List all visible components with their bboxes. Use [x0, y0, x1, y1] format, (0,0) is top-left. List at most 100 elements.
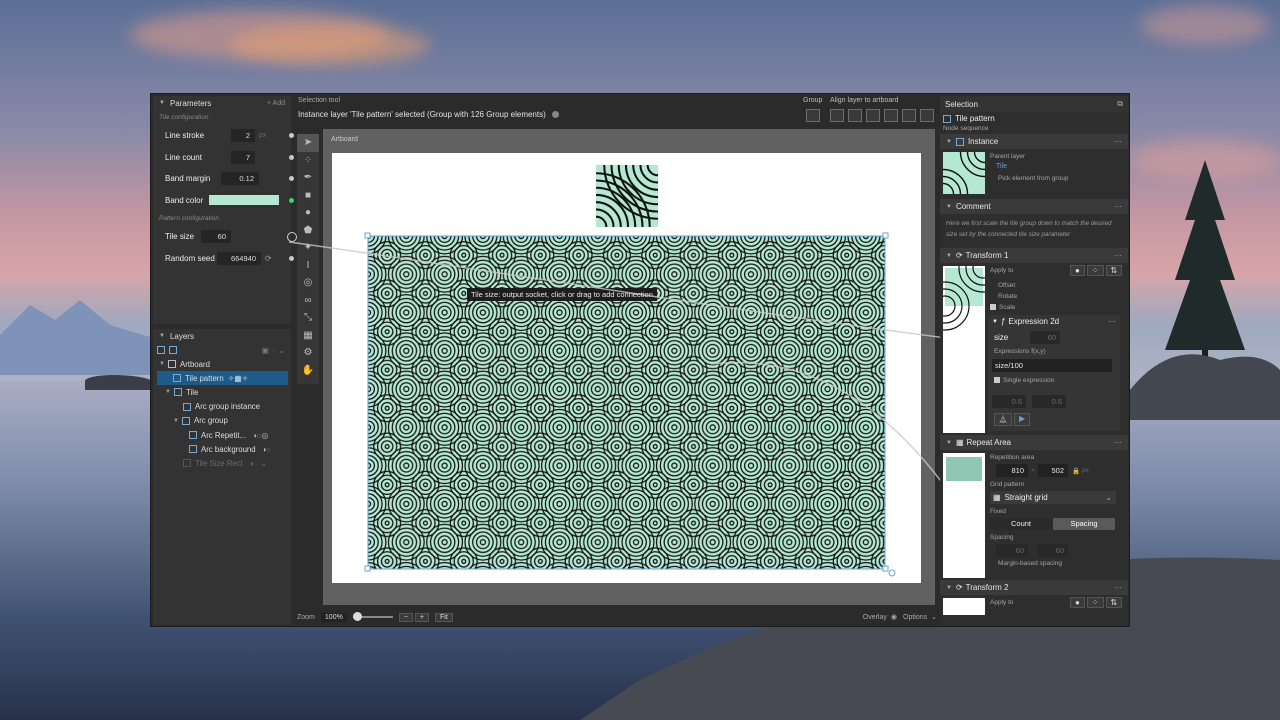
- grid-icon: ▦: [993, 493, 1001, 502]
- options-menu[interactable]: Options: [903, 614, 927, 621]
- output-y: 0.6: [1032, 395, 1066, 408]
- spacing-toggle[interactable]: Spacing: [1053, 518, 1115, 530]
- spacing-x-input[interactable]: 60: [996, 544, 1028, 557]
- zoom-in-button[interactable]: +: [414, 612, 429, 622]
- apply-to-buttons: ● ⁘ ⇅: [1068, 597, 1123, 608]
- app-window: ▼ Parameters + Add Tile configuration Li…: [150, 93, 1130, 627]
- output-x: 0.6: [992, 395, 1026, 408]
- collapse-icon[interactable]: ▼: [946, 585, 952, 591]
- times-label: ×: [1031, 467, 1035, 474]
- eye-icon[interactable]: ◉: [891, 613, 897, 621]
- instance-icon: [943, 114, 951, 123]
- comment-text[interactable]: Here we first scale the tile group down …: [940, 214, 1128, 246]
- transform2-thumbnail: [943, 598, 985, 615]
- more-icon[interactable]: ⋯: [1114, 251, 1122, 260]
- repeat-thumb-grid: [946, 457, 982, 481]
- grid-icon: ▦: [955, 438, 964, 447]
- repeat-body: Repetition area 810 × 502 🔒 px Grid patt…: [940, 450, 1128, 578]
- grid-pattern-label: Grid pattern: [990, 481, 1025, 488]
- selection-panel: Selection ⧉ Tile pattern Node sequence ▼…: [940, 96, 1128, 625]
- zoom-slider[interactable]: [352, 612, 393, 621]
- repetition-area-label: Repetition area: [990, 454, 1035, 461]
- apply-random-icon[interactable]: ⇅: [1105, 265, 1123, 276]
- collapse-icon[interactable]: ▼: [946, 440, 952, 446]
- size-input-label: size: [994, 333, 1009, 342]
- section-title: Comment: [955, 202, 991, 211]
- more-icon[interactable]: ⋯: [1114, 202, 1122, 211]
- repeat-thumbnail: [943, 453, 985, 578]
- instance-thumbnail: [943, 152, 985, 194]
- collapse-icon[interactable]: ▼: [946, 139, 952, 145]
- transform-icon: ⟳: [955, 251, 963, 260]
- grid-pattern-value: Straight grid: [1004, 493, 1048, 502]
- apply-random-icon[interactable]: ⇅: [1105, 597, 1123, 608]
- zoom-value-input[interactable]: 100%: [320, 612, 347, 622]
- margin-spacing-option[interactable]: Margin-based spacing: [998, 560, 1062, 567]
- play-icon[interactable]: ▶: [1014, 413, 1031, 426]
- overlay-toggle[interactable]: Overlay: [863, 614, 887, 621]
- parent-layer-link[interactable]: Tile: [996, 163, 1007, 170]
- function-icon: ƒ: [1000, 317, 1006, 326]
- repetition-width-input[interactable]: 810: [996, 464, 1028, 477]
- apply-all-icon[interactable]: ●: [1070, 597, 1085, 608]
- single-expression-label: Single expression: [1003, 377, 1055, 384]
- count-toggle[interactable]: Count: [990, 518, 1052, 530]
- node-sequence-label: Node sequence: [943, 125, 989, 132]
- unit-label: px: [1082, 467, 1089, 474]
- mountain-left: [0, 300, 160, 375]
- mirror-icon[interactable]: ⏅: [994, 413, 1012, 426]
- spacing-label: Spacing: [990, 534, 1014, 541]
- checkbox-icon[interactable]: [994, 377, 1000, 384]
- expression-title: Expression 2d: [1008, 317, 1060, 326]
- collapse-icon[interactable]: ▼: [946, 204, 952, 210]
- checkbox-icon[interactable]: [990, 304, 996, 311]
- transform2-body: Apply to ● ⁘ ⇅: [940, 595, 1128, 615]
- collapse-icon[interactable]: ▼: [946, 253, 952, 259]
- transform-thumbnail: [943, 266, 985, 433]
- more-icon[interactable]: ⋯: [1108, 317, 1116, 326]
- instance-icon: [955, 137, 964, 146]
- more-icon[interactable]: ⋯: [1114, 438, 1122, 447]
- selected-layer-row: Tile pattern: [940, 112, 1128, 125]
- section-title: Transform 2: [965, 583, 1009, 592]
- scale-label: Scale: [999, 304, 1016, 311]
- comment-section[interactable]: ▼ Comment ⋯: [940, 199, 1128, 214]
- offset-option[interactable]: Offset: [998, 282, 1015, 289]
- instance-body: Parent layer Tile Pick element from grou…: [940, 149, 1128, 197]
- popout-icon[interactable]: ⧉: [1117, 99, 1123, 109]
- expression-input[interactable]: size/100: [992, 359, 1112, 372]
- spacing-y-input[interactable]: 60: [1038, 544, 1068, 557]
- rock-left: [85, 375, 155, 390]
- zoom-slider-knob[interactable]: [352, 612, 362, 621]
- selected-layer-name: Tile pattern: [955, 114, 995, 123]
- cloud-orange: [230, 25, 430, 65]
- expression-header: ▼ ƒ Expression 2d ⋯: [988, 315, 1120, 328]
- repeat-area-section[interactable]: ▼ ▦ Repeat Area ⋯: [940, 435, 1128, 450]
- fit-button[interactable]: Fit: [435, 612, 453, 622]
- more-icon[interactable]: ⋯: [1114, 137, 1122, 146]
- apply-to-buttons: ● ⁘ ⇅: [1068, 265, 1123, 276]
- size-input[interactable]: 60: [1030, 331, 1060, 344]
- chevron-down-icon: ⌄: [1105, 493, 1112, 502]
- selection-title: Selection: [945, 99, 978, 109]
- apply-to-label: Apply to: [990, 599, 1014, 606]
- grid-pattern-select[interactable]: ▦ Straight grid ⌄: [990, 491, 1116, 504]
- single-expression-option[interactable]: Single expression: [994, 377, 1054, 384]
- tree-right: [1130, 160, 1280, 420]
- apply-grid-icon[interactable]: ⁘: [1086, 265, 1104, 276]
- scale-option[interactable]: Scale: [990, 304, 1015, 311]
- repetition-height-input[interactable]: 502: [1038, 464, 1068, 477]
- lock-icon[interactable]: 🔒: [1072, 467, 1080, 475]
- more-icon[interactable]: ⋯: [1114, 583, 1122, 592]
- collapse-icon[interactable]: ▼: [992, 319, 998, 325]
- chevron-down-icon: ⌄: [931, 614, 937, 621]
- transform2-section[interactable]: ▼ ⟳ Transform 2 ⋯: [940, 580, 1128, 595]
- rotate-option[interactable]: Rotate: [998, 293, 1017, 300]
- transform1-section[interactable]: ▼ ⟳ Transform 1 ⋯: [940, 248, 1128, 263]
- apply-grid-icon[interactable]: ⁘: [1086, 597, 1104, 608]
- zoom-out-button[interactable]: −: [398, 612, 413, 622]
- selection-header: Selection ⧉: [940, 96, 1128, 112]
- instance-section[interactable]: ▼ Instance ⋯: [940, 134, 1128, 149]
- pick-element-option[interactable]: Pick element from group: [998, 175, 1068, 182]
- apply-all-icon[interactable]: ●: [1070, 265, 1085, 276]
